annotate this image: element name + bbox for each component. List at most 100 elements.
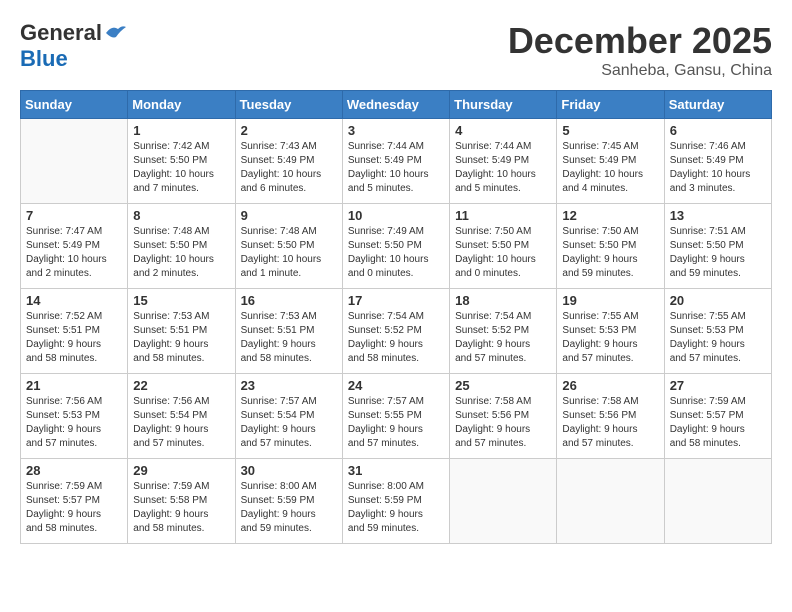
calendar-cell: 15 Sunrise: 7:53 AMSunset: 5:51 PMDayligh…	[128, 289, 235, 374]
calendar-cell: 25 Sunrise: 7:58 AMSunset: 5:56 PMDayligh…	[450, 374, 557, 459]
day-number: 21	[26, 378, 122, 393]
logo-blue-text: Blue	[20, 46, 68, 72]
day-info: Sunrise: 7:49 AMSunset: 5:50 PMDaylight:…	[348, 225, 444, 281]
day-number: 4	[455, 123, 551, 138]
logo-bird-icon	[104, 23, 128, 43]
calendar-cell: 20 Sunrise: 7:55 AMSunset: 5:53 PMDayligh…	[664, 289, 771, 374]
day-info: Sunrise: 7:57 AMSunset: 5:54 PMDaylight:…	[241, 395, 337, 451]
day-number: 2	[241, 123, 337, 138]
calendar-cell: 29 Sunrise: 7:59 AMSunset: 5:58 PMDayligh…	[128, 459, 235, 544]
calendar-cell: 31 Sunrise: 8:00 AMSunset: 5:59 PMDayligh…	[342, 459, 449, 544]
day-info: Sunrise: 7:45 AMSunset: 5:49 PMDaylight:…	[562, 140, 658, 196]
calendar-cell: 12Sunrise: 7:50 AMSunset: 5:50 PMDayligh…	[557, 204, 664, 289]
logo: General Blue	[20, 20, 128, 72]
day-number: 3	[348, 123, 444, 138]
day-number: 23	[241, 378, 337, 393]
calendar-cell: 21 Sunrise: 7:56 AMSunset: 5:53 PMDayligh…	[21, 374, 128, 459]
day-info: Sunrise: 7:54 AMSunset: 5:52 PMDaylight:…	[455, 310, 551, 366]
logo-general-text: General	[20, 20, 102, 46]
calendar-cell: 19 Sunrise: 7:55 AMSunset: 5:53 PMDayligh…	[557, 289, 664, 374]
day-info: Sunrise: 7:53 AMSunset: 5:51 PMDaylight:…	[133, 310, 229, 366]
day-info: Sunrise: 7:58 AMSunset: 5:56 PMDaylight:…	[455, 395, 551, 451]
day-info: Sunrise: 7:51 AMSunset: 5:50 PMDaylight:…	[670, 225, 766, 281]
day-number: 25	[455, 378, 551, 393]
day-number: 15	[133, 293, 229, 308]
calendar-cell: 1 Sunrise: 7:42 AMSunset: 5:50 PMDaylight…	[128, 119, 235, 204]
day-number: 19	[562, 293, 658, 308]
calendar-header-friday: Friday	[557, 91, 664, 119]
day-number: 10	[348, 208, 444, 223]
day-number: 14	[26, 293, 122, 308]
calendar-cell	[557, 459, 664, 544]
calendar-cell: 30Sunrise: 8:00 AMSunset: 5:59 PMDayligh…	[235, 459, 342, 544]
calendar-cell: 5Sunrise: 7:45 AMSunset: 5:49 PMDaylight…	[557, 119, 664, 204]
calendar-cell: 2 Sunrise: 7:43 AMSunset: 5:49 PMDaylight…	[235, 119, 342, 204]
day-info: Sunrise: 7:44 AMSunset: 5:49 PMDaylight:…	[455, 140, 551, 196]
day-number: 8	[133, 208, 229, 223]
day-number: 24	[348, 378, 444, 393]
day-info: Sunrise: 7:55 AMSunset: 5:53 PMDaylight:…	[562, 310, 658, 366]
day-info: Sunrise: 7:59 AMSunset: 5:58 PMDaylight:…	[133, 480, 229, 536]
day-info: Sunrise: 7:48 AMSunset: 5:50 PMDaylight:…	[133, 225, 229, 281]
calendar-cell: 14Sunrise: 7:52 AMSunset: 5:51 PMDayligh…	[21, 289, 128, 374]
day-info: Sunrise: 7:44 AMSunset: 5:49 PMDaylight:…	[348, 140, 444, 196]
calendar-cell: 26 Sunrise: 7:58 AMSunset: 5:56 PMDayligh…	[557, 374, 664, 459]
calendar-header-wednesday: Wednesday	[342, 91, 449, 119]
calendar-week-5: 28 Sunrise: 7:59 AMSunset: 5:57 PMDayligh…	[21, 459, 772, 544]
day-info: Sunrise: 7:42 AMSunset: 5:50 PMDaylight:…	[133, 140, 229, 196]
calendar-cell: 16Sunrise: 7:53 AMSunset: 5:51 PMDayligh…	[235, 289, 342, 374]
calendar-cell	[21, 119, 128, 204]
calendar-week-4: 21 Sunrise: 7:56 AMSunset: 5:53 PMDayligh…	[21, 374, 772, 459]
day-number: 1	[133, 123, 229, 138]
day-number: 26	[562, 378, 658, 393]
calendar-cell: 6Sunrise: 7:46 AMSunset: 5:49 PMDaylight…	[664, 119, 771, 204]
calendar-cell: 10 Sunrise: 7:49 AMSunset: 5:50 PMDayligh…	[342, 204, 449, 289]
month-title: December 2025	[508, 20, 772, 62]
day-info: Sunrise: 7:54 AMSunset: 5:52 PMDaylight:…	[348, 310, 444, 366]
calendar-week-3: 14Sunrise: 7:52 AMSunset: 5:51 PMDayligh…	[21, 289, 772, 374]
day-info: Sunrise: 7:59 AMSunset: 5:57 PMDaylight:…	[26, 480, 122, 536]
calendar-cell	[664, 459, 771, 544]
day-info: Sunrise: 7:46 AMSunset: 5:49 PMDaylight:…	[670, 140, 766, 196]
day-number: 7	[26, 208, 122, 223]
calendar-week-1: 1 Sunrise: 7:42 AMSunset: 5:50 PMDaylight…	[21, 119, 772, 204]
calendar-cell: 18Sunrise: 7:54 AMSunset: 5:52 PMDayligh…	[450, 289, 557, 374]
calendar-header-row: SundayMondayTuesdayWednesdayThursdayFrid…	[21, 91, 772, 119]
day-number: 28	[26, 463, 122, 478]
page-header: General Blue December 2025 Sanheba, Gans…	[20, 20, 772, 80]
day-number: 17	[348, 293, 444, 308]
day-info: Sunrise: 7:59 AMSunset: 5:57 PMDaylight:…	[670, 395, 766, 451]
day-number: 20	[670, 293, 766, 308]
calendar-cell: 4 Sunrise: 7:44 AMSunset: 5:49 PMDaylight…	[450, 119, 557, 204]
calendar-cell: 13 Sunrise: 7:51 AMSunset: 5:50 PMDayligh…	[664, 204, 771, 289]
day-number: 31	[348, 463, 444, 478]
calendar-cell: 23 Sunrise: 7:57 AMSunset: 5:54 PMDayligh…	[235, 374, 342, 459]
calendar-header-thursday: Thursday	[450, 91, 557, 119]
day-number: 22	[133, 378, 229, 393]
calendar-header-sunday: Sunday	[21, 91, 128, 119]
day-info: Sunrise: 7:50 AMSunset: 5:50 PMDaylight:…	[562, 225, 658, 281]
calendar-cell: 28 Sunrise: 7:59 AMSunset: 5:57 PMDayligh…	[21, 459, 128, 544]
calendar-cell	[450, 459, 557, 544]
calendar-table: SundayMondayTuesdayWednesdayThursdayFrid…	[20, 90, 772, 544]
day-number: 9	[241, 208, 337, 223]
calendar-cell: 7Sunrise: 7:47 AMSunset: 5:49 PMDaylight…	[21, 204, 128, 289]
calendar-cell: 8 Sunrise: 7:48 AMSunset: 5:50 PMDaylight…	[128, 204, 235, 289]
calendar-cell: 3 Sunrise: 7:44 AMSunset: 5:49 PMDaylight…	[342, 119, 449, 204]
day-info: Sunrise: 7:43 AMSunset: 5:49 PMDaylight:…	[241, 140, 337, 196]
day-info: Sunrise: 8:00 AMSunset: 5:59 PMDaylight:…	[348, 480, 444, 536]
calendar-header-saturday: Saturday	[664, 91, 771, 119]
day-number: 29	[133, 463, 229, 478]
day-info: Sunrise: 7:57 AMSunset: 5:55 PMDaylight:…	[348, 395, 444, 451]
day-number: 13	[670, 208, 766, 223]
day-info: Sunrise: 7:55 AMSunset: 5:53 PMDaylight:…	[670, 310, 766, 366]
day-number: 30	[241, 463, 337, 478]
day-info: Sunrise: 7:50 AMSunset: 5:50 PMDaylight:…	[455, 225, 551, 281]
day-number: 16	[241, 293, 337, 308]
day-info: Sunrise: 7:56 AMSunset: 5:53 PMDaylight:…	[26, 395, 122, 451]
day-info: Sunrise: 7:56 AMSunset: 5:54 PMDaylight:…	[133, 395, 229, 451]
calendar-header-tuesday: Tuesday	[235, 91, 342, 119]
calendar-cell: 11Sunrise: 7:50 AMSunset: 5:50 PMDayligh…	[450, 204, 557, 289]
day-info: Sunrise: 7:58 AMSunset: 5:56 PMDaylight:…	[562, 395, 658, 451]
day-number: 27	[670, 378, 766, 393]
